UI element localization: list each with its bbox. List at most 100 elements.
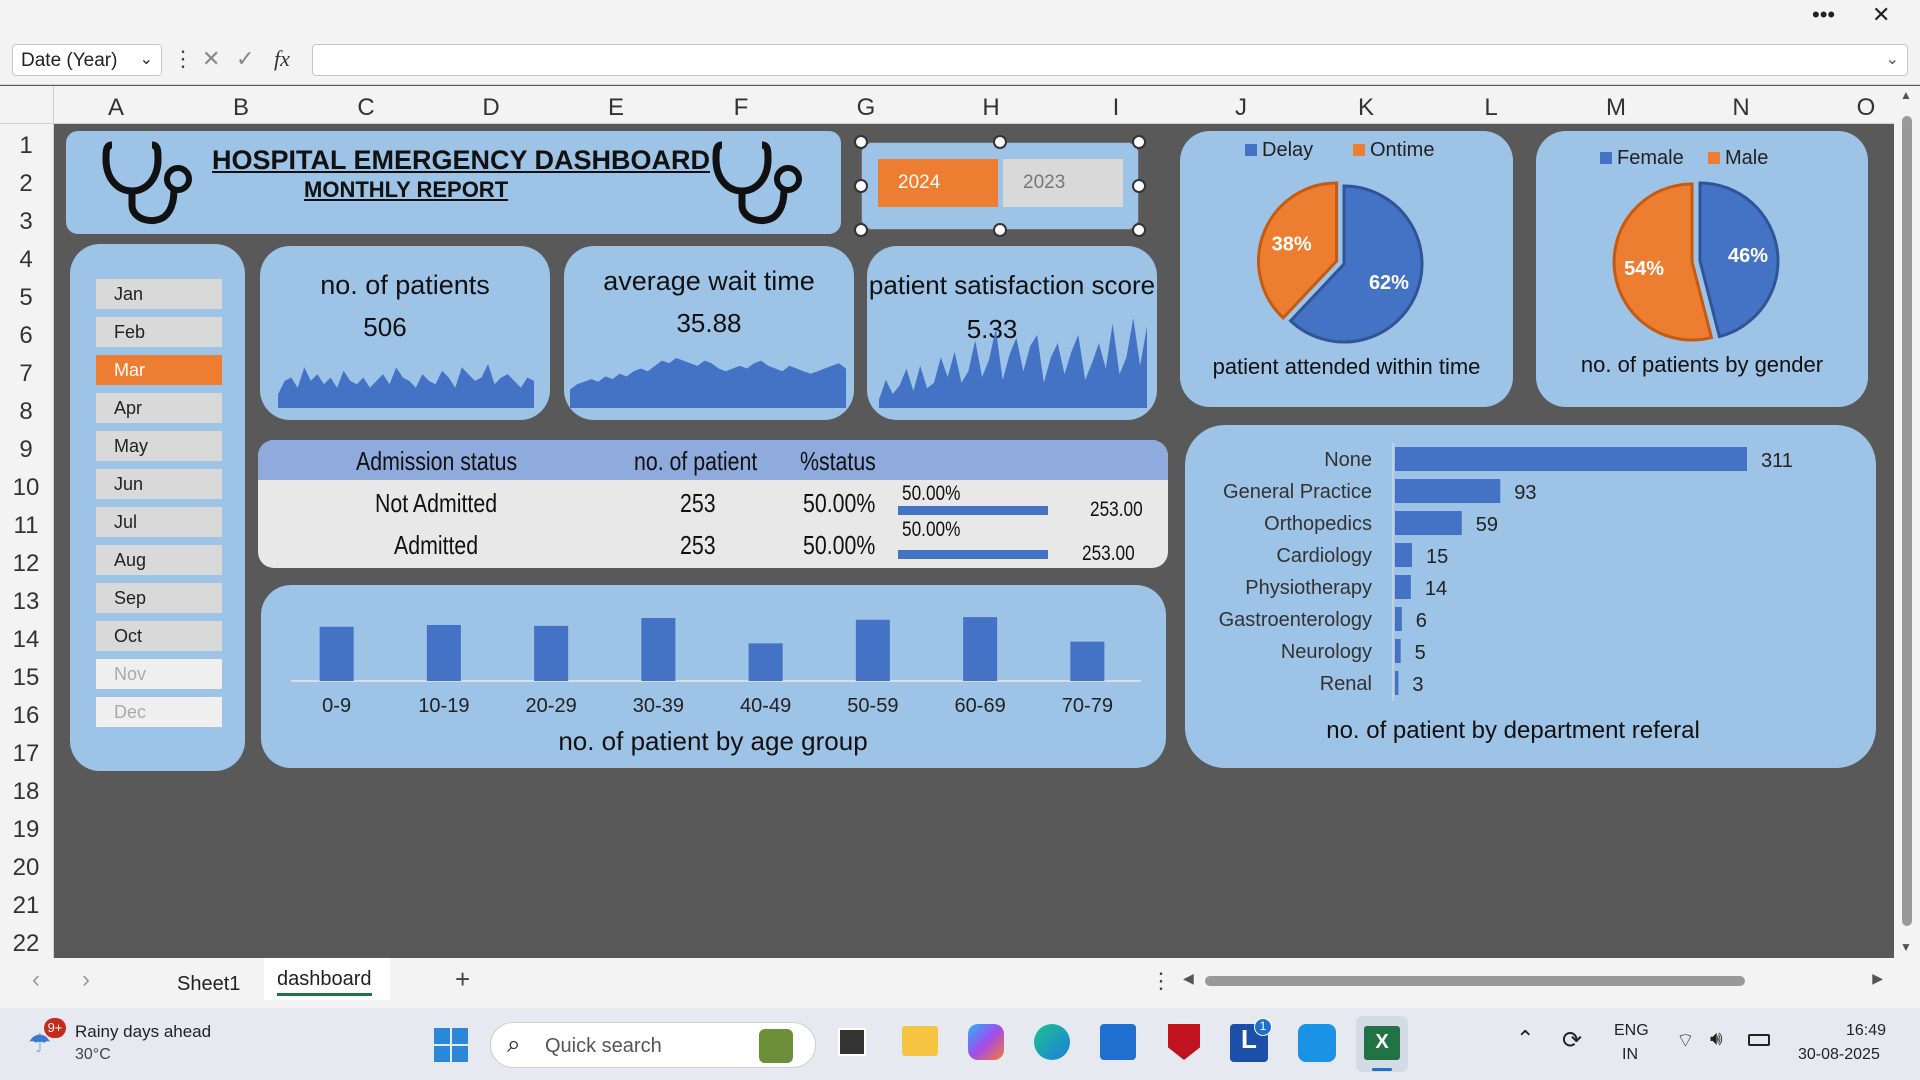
- month-button[interactable]: Aug: [96, 545, 222, 575]
- row-header[interactable]: 9: [0, 436, 52, 464]
- row-header[interactable]: 7: [0, 360, 52, 388]
- year-button-2024[interactable]: 2024: [878, 159, 998, 207]
- resize-handle[interactable]: [1132, 223, 1146, 237]
- month-button[interactable]: Jun: [96, 469, 222, 499]
- enter-icon[interactable]: ✓: [236, 46, 254, 72]
- month-button[interactable]: Oct: [96, 621, 222, 651]
- chevron-down-icon[interactable]: ⌄: [140, 49, 153, 69]
- sheet-tab-active[interactable]: dashboard: [264, 958, 390, 1000]
- excel-app-active[interactable]: X: [1356, 1016, 1408, 1072]
- row-header[interactable]: 11: [0, 512, 52, 540]
- horizontal-scrollbar[interactable]: ◀ ▶: [1183, 970, 1883, 990]
- edge-browser-icon[interactable]: [1034, 1024, 1070, 1060]
- more-options-button[interactable]: •••: [1812, 2, 1835, 28]
- column-header[interactable]: H: [971, 94, 1011, 122]
- name-box[interactable]: Date (Year) ⌄: [12, 44, 162, 76]
- next-sheet-icon[interactable]: ›: [82, 966, 90, 994]
- wifi-icon[interactable]: ⌔: [1676, 1028, 1695, 1053]
- sheet-tab[interactable]: Sheet1: [177, 973, 240, 996]
- scroll-left-icon[interactable]: ◀: [1183, 970, 1194, 987]
- month-button[interactable]: Feb: [96, 317, 222, 347]
- column-header[interactable]: L: [1471, 94, 1511, 122]
- row-header[interactable]: 21: [0, 892, 52, 920]
- clock-date[interactable]: 30-08-2025: [1798, 1046, 1880, 1064]
- more-vertical-icon[interactable]: ⋮: [1150, 968, 1172, 994]
- resize-handle[interactable]: [854, 179, 868, 193]
- resize-handle[interactable]: [993, 223, 1007, 237]
- year-button-2023[interactable]: 2023: [1003, 159, 1123, 207]
- column-header[interactable]: A: [96, 94, 136, 122]
- month-button[interactable]: Mar: [96, 355, 222, 385]
- copilot-icon[interactable]: [968, 1024, 1004, 1060]
- row-header[interactable]: 2: [0, 170, 52, 198]
- column-header[interactable]: O: [1846, 94, 1886, 122]
- windows-start-icon[interactable]: [434, 1028, 468, 1062]
- row-header[interactable]: 5: [0, 284, 52, 312]
- month-button[interactable]: May: [96, 431, 222, 461]
- vertical-scrollbar[interactable]: ▲ ▼: [1894, 86, 1920, 958]
- row-header[interactable]: 6: [0, 322, 52, 350]
- weather-widget[interactable]: ☂ 9+: [26, 1018, 66, 1062]
- row-header[interactable]: 19: [0, 816, 52, 844]
- row-header[interactable]: 10: [0, 474, 52, 502]
- column-header[interactable]: D: [471, 94, 511, 122]
- row-header[interactable]: 4: [0, 246, 52, 274]
- scroll-up-icon[interactable]: ▲: [1900, 88, 1912, 102]
- column-header[interactable]: I: [1096, 94, 1136, 122]
- alexa-icon[interactable]: [1298, 1024, 1336, 1062]
- scroll-right-icon[interactable]: ▶: [1872, 970, 1883, 987]
- insert-function-button[interactable]: fx: [274, 46, 290, 72]
- file-explorer-icon[interactable]: [902, 1026, 938, 1056]
- region-label[interactable]: IN: [1622, 1046, 1638, 1064]
- row-header[interactable]: 18: [0, 778, 52, 806]
- weather-title[interactable]: Rainy days ahead: [75, 1022, 211, 1042]
- column-header[interactable]: J: [1221, 94, 1261, 122]
- resize-handle[interactable]: [1132, 135, 1146, 149]
- row-header[interactable]: 20: [0, 854, 52, 882]
- row-header[interactable]: 17: [0, 740, 52, 768]
- column-header[interactable]: K: [1346, 94, 1386, 122]
- formula-input[interactable]: ⌄: [312, 44, 1908, 76]
- battery-icon[interactable]: [1748, 1034, 1770, 1046]
- month-button[interactable]: Sep: [96, 583, 222, 613]
- month-button[interactable]: Nov: [96, 659, 222, 689]
- column-header[interactable]: G: [846, 94, 886, 122]
- expand-formula-icon[interactable]: ⌄: [1886, 49, 1899, 69]
- scroll-thumb[interactable]: [1902, 116, 1912, 926]
- volume-icon[interactable]: 🔊︎: [1710, 1028, 1723, 1051]
- row-header[interactable]: 14: [0, 626, 52, 654]
- mcafee-icon[interactable]: [1168, 1024, 1200, 1060]
- month-button[interactable]: Dec: [96, 697, 222, 727]
- task-view-icon[interactable]: [838, 1028, 866, 1056]
- select-all-corner[interactable]: [0, 86, 54, 124]
- resize-handle[interactable]: [854, 135, 868, 149]
- add-sheet-button[interactable]: +: [455, 964, 470, 995]
- column-header[interactable]: M: [1596, 94, 1636, 122]
- close-button[interactable]: ✕: [1872, 2, 1890, 28]
- row-header[interactable]: 12: [0, 550, 52, 578]
- column-header[interactable]: F: [721, 94, 761, 122]
- language-label[interactable]: ENG: [1614, 1022, 1649, 1040]
- resize-handle[interactable]: [993, 135, 1007, 149]
- month-button[interactable]: Jan: [96, 279, 222, 309]
- row-header[interactable]: 8: [0, 398, 52, 426]
- column-header[interactable]: E: [596, 94, 636, 122]
- more-vertical-icon[interactable]: ⋮: [172, 46, 194, 72]
- resize-handle[interactable]: [854, 223, 868, 237]
- microsoft-store-icon[interactable]: [1100, 1024, 1136, 1060]
- row-header[interactable]: 3: [0, 208, 52, 236]
- column-header[interactable]: N: [1721, 94, 1761, 122]
- month-button[interactable]: Apr: [96, 393, 222, 423]
- sync-icon[interactable]: ⟳: [1562, 1026, 1582, 1055]
- chevron-up-icon[interactable]: ⌃: [1516, 1026, 1534, 1052]
- search-box[interactable]: ⌕ Quick search: [490, 1022, 816, 1068]
- column-header[interactable]: C: [346, 94, 386, 122]
- row-header[interactable]: 15: [0, 664, 52, 692]
- prev-sheet-icon[interactable]: ‹: [32, 966, 40, 994]
- scroll-down-icon[interactable]: ▼: [1900, 940, 1912, 954]
- cancel-icon[interactable]: ✕: [202, 46, 220, 72]
- row-header[interactable]: 13: [0, 588, 52, 616]
- month-button[interactable]: Jul: [96, 507, 222, 537]
- clock-time[interactable]: 16:49: [1846, 1022, 1886, 1040]
- resize-handle[interactable]: [1132, 179, 1146, 193]
